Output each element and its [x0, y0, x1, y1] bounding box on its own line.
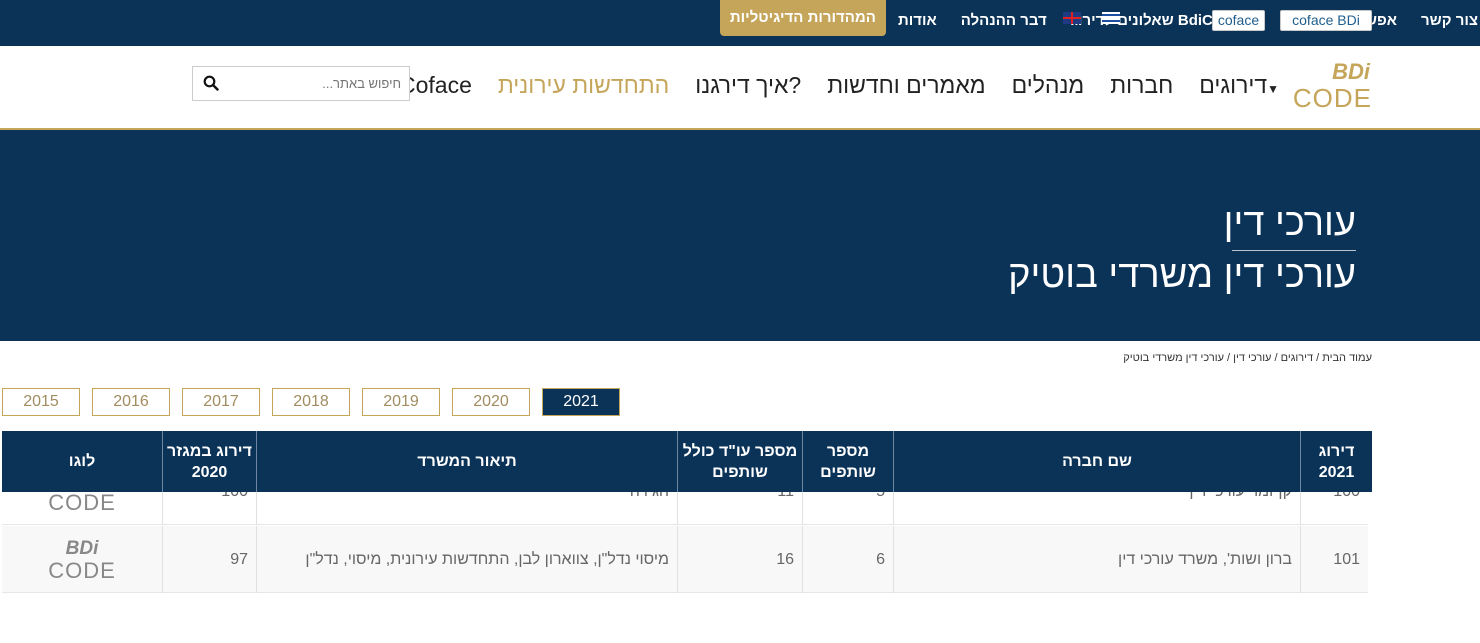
cell-prev-rank: 97 [162, 526, 256, 593]
top-link-about[interactable]: אודות [886, 12, 949, 29]
cell-lawyers: 16 [677, 526, 802, 593]
year-tabs: 2015 2016 2017 2018 2019 2020 2021 [2, 388, 632, 416]
page-title: עורכי דין [1223, 202, 1356, 244]
banner-lines-decoration [0, 172, 780, 293]
breadcrumb[interactable]: עמוד הבית / דירוגים / עורכי דין / עורכי … [1123, 352, 1372, 364]
nav-item-urban-renewal[interactable]: התחדשות עירונית [498, 72, 669, 99]
coface-logo[interactable]: coface [1212, 10, 1265, 31]
cell-logo: BDi CODE [2, 492, 162, 525]
year-tab-2018[interactable]: 2018 [272, 388, 350, 416]
year-tab-2015[interactable]: 2015 [2, 388, 80, 416]
bdicode-logo[interactable]: BDi CODE [1293, 59, 1374, 116]
title-divider [1232, 250, 1356, 251]
header-description[interactable]: תיאור המשרד [256, 431, 677, 492]
table-row[interactable]: 101 ברון ושות', משרד עורכי דין 6 16 מיסו… [2, 526, 1368, 593]
header-sector-rank-2020[interactable]: דירוג במגזר 2020 [162, 431, 256, 492]
cell-partners: 6 [802, 526, 893, 593]
year-tab-2019[interactable]: 2019 [362, 388, 440, 416]
search-icon[interactable] [203, 75, 219, 91]
table-row[interactable]: 100 קן זמר עורכי דין 5 11 הגירה 100 BDi … [2, 492, 1368, 525]
coface-bdi-logo[interactable]: coface BDi [1280, 10, 1372, 31]
nav-item-how-we-rated[interactable]: איך דירגנו? [695, 72, 801, 99]
year-tab-2020[interactable]: 2020 [452, 388, 530, 416]
nav-item-companies[interactable]: חברות [1110, 72, 1173, 99]
header-rank-2021[interactable]: דירוג 2021 [1300, 431, 1372, 492]
cell-company[interactable]: ברון ושות', משרד עורכי דין [893, 526, 1300, 593]
table-body: 100 קן זמר עורכי דין 5 11 הגירה 100 BDi … [2, 492, 1372, 593]
nav-item-ratings[interactable]: דירוגים▼ [1199, 72, 1285, 99]
top-bar: צור קשר אפשרויות פירסום שאלונים לדירוג B… [0, 0, 1480, 46]
search-box [192, 66, 410, 101]
nav-item-articles[interactable]: מאמרים וחדשות [827, 72, 985, 99]
company-logo: BDi CODE [48, 492, 116, 514]
israel-flag-icon[interactable] [1102, 12, 1120, 24]
cell-description: מיסוי נדל"ן, צווארון לבן, התחדשות עירוני… [256, 526, 677, 593]
top-link-contact[interactable]: צור קשר [1409, 12, 1480, 29]
cell-rank: 101 [1300, 526, 1368, 593]
header-company-name[interactable]: שם חברה [893, 431, 1300, 492]
cell-rank: 100 [1300, 492, 1368, 525]
cell-company[interactable]: קן זמר עורכי דין [893, 492, 1300, 525]
nav-item-ratings-label: דירוגים [1199, 72, 1268, 98]
cell-prev-rank: 100 [162, 492, 256, 525]
nav-menu: דירוגים▼ חברות מנהלים מאמרים וחדשות איך … [373, 72, 1285, 99]
search-input[interactable] [241, 73, 401, 94]
cell-logo: BDi CODE [2, 526, 162, 593]
digital-editions-button[interactable]: המהדורות הדיגיטליות [719, 0, 886, 36]
page-subtitle: עורכי דין משרדי בוטיק [1008, 254, 1356, 296]
top-link-management[interactable]: דבר ההנהלה [949, 12, 1059, 29]
header-partners[interactable]: מספר שותפים [802, 431, 893, 492]
table-header: דירוג 2021 שם חברה מספר שותפים מספר עו"ד… [2, 431, 1372, 492]
company-logo-code: CODE [48, 557, 116, 583]
header-lawyers[interactable]: מספר עו"ד כולל שותפים [677, 431, 802, 492]
year-tab-2017[interactable]: 2017 [182, 388, 260, 416]
company-logo: BDi CODE [48, 538, 116, 582]
company-logo-code: CODE [48, 492, 116, 515]
cell-partners: 5 [802, 492, 893, 525]
nav-item-managers[interactable]: מנהלים [1012, 72, 1085, 99]
company-logo-bdi: BDi [65, 537, 99, 559]
chevron-down-icon: ▼ [1267, 82, 1279, 96]
year-tab-2016[interactable]: 2016 [92, 388, 170, 416]
logo-bdi-text: BDi [1332, 59, 1370, 84]
cell-description: הגירה [256, 492, 677, 525]
year-tab-2021[interactable]: 2021 [542, 388, 620, 416]
uk-flag-icon[interactable] [1063, 12, 1081, 24]
header-logo: לוגו [68, 453, 96, 470]
logo-code-text: CODE [1292, 83, 1372, 113]
cell-lawyers: 11 [677, 492, 802, 525]
page-banner: עורכי דין עורכי דין משרדי בוטיק [0, 130, 1480, 341]
